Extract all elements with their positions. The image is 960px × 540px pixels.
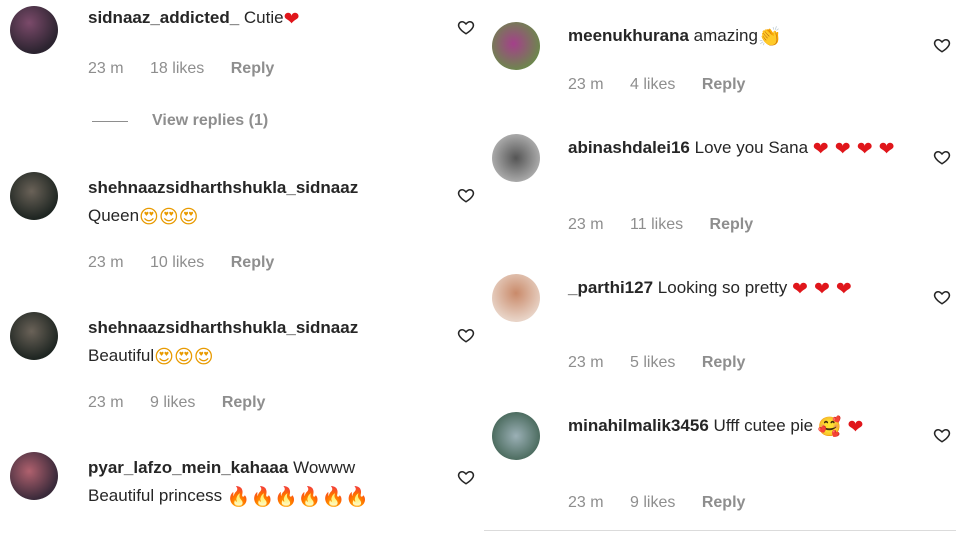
comment-emoji: ❤	[283, 8, 300, 30]
comment-emoji: 😍😍😍	[154, 346, 214, 368]
comment-time: 23 m	[88, 254, 124, 271]
comment-meta: 23 m 9 likes Reply	[88, 394, 287, 412]
comment-username[interactable]: pyar_lafzo_mein_kahaaa	[88, 458, 288, 477]
replies-line	[92, 120, 128, 122]
comment-emoji: ❤ ❤ ❤	[791, 278, 852, 300]
avatar[interactable]	[10, 172, 58, 220]
comment-emoji: ❤ ❤ ❤ ❤	[812, 138, 895, 160]
comment-meta: 23 m 11 likes Reply	[568, 216, 775, 234]
avatar[interactable]	[492, 274, 540, 322]
comment-meta: 23 m 9 likes Reply	[568, 494, 767, 512]
like-heart-icon[interactable]	[933, 288, 951, 306]
comment-body: abinashdalei16 Love you Sana ❤ ❤ ❤ ❤	[568, 134, 900, 163]
comment-text: Ufff cutee pie	[713, 416, 814, 435]
like-heart-icon[interactable]	[457, 468, 475, 486]
comment-likes[interactable]: 4 likes	[630, 76, 675, 93]
comment-likes[interactable]: 11 likes	[630, 216, 683, 233]
reply-button[interactable]: Reply	[702, 354, 746, 371]
comment-text: Queen	[88, 206, 140, 225]
bottom-divider	[484, 530, 956, 531]
reply-button[interactable]: Reply	[710, 216, 754, 233]
comment-body: sidnaaz_addicted_ Cutie❤	[88, 4, 420, 33]
comment-emoji: 🔥🔥🔥🔥🔥🔥	[226, 486, 369, 508]
comment-likes[interactable]: 9 likes	[630, 494, 675, 511]
comment-time: 23 m	[568, 216, 604, 233]
avatar[interactable]	[492, 412, 540, 460]
comment-meta: 23 m 5 likes Reply	[568, 354, 767, 372]
reply-button[interactable]: Reply	[231, 254, 275, 271]
avatar[interactable]	[492, 22, 540, 70]
comment-username[interactable]: _parthi127	[568, 278, 653, 297]
comment-text: Cutie	[243, 8, 284, 27]
like-heart-icon[interactable]	[457, 186, 475, 204]
comment-text: Love you Sana	[694, 138, 809, 157]
comment-emoji: 🥰 ❤	[817, 416, 864, 438]
view-replies-label: View replies (1)	[152, 112, 269, 129]
avatar[interactable]	[10, 452, 58, 500]
like-heart-icon[interactable]	[457, 326, 475, 344]
comment-time: 23 m	[88, 394, 124, 411]
like-heart-icon[interactable]	[457, 18, 475, 36]
comment-username[interactable]: minahilmalik3456	[568, 416, 709, 435]
comment-username[interactable]: sidnaaz_addicted_	[88, 8, 239, 27]
comment-emoji: 👏	[757, 26, 782, 48]
comment-body: shehnaazsidharthshukla_sidnaaz Beautiful…	[88, 314, 420, 371]
view-replies-button[interactable]: View replies (1)	[92, 112, 268, 130]
comment-body: pyar_lafzo_mein_kahaaa Wowww Beautiful p…	[88, 454, 420, 511]
comment-likes[interactable]: 18 likes	[150, 60, 204, 77]
like-heart-icon[interactable]	[933, 148, 951, 166]
reply-button[interactable]: Reply	[702, 494, 746, 511]
avatar[interactable]	[10, 6, 58, 54]
avatar[interactable]	[10, 312, 58, 360]
comment-username[interactable]: meenukhurana	[568, 26, 689, 45]
comment-meta: 23 m 4 likes Reply	[568, 76, 767, 94]
comment-body: shehnaazsidharthshukla_sidnaaz Queen😍😍😍	[88, 174, 420, 231]
comment-username[interactable]: abinashdalei16	[568, 138, 690, 157]
like-heart-icon[interactable]	[933, 36, 951, 54]
comment-username[interactable]: shehnaazsidharthshukla_sidnaaz	[88, 178, 358, 197]
comment-text: Looking so pretty	[657, 278, 788, 297]
comment-likes[interactable]: 10 likes	[150, 254, 204, 271]
comment-text: Beautiful	[88, 346, 155, 365]
comment-body: minahilmalik3456 Ufff cutee pie 🥰 ❤	[568, 412, 900, 441]
comment-meta: 23 m 18 likes Reply	[88, 60, 296, 78]
comment-likes[interactable]: 5 likes	[630, 354, 675, 371]
comment-username[interactable]: shehnaazsidharthshukla_sidnaaz	[88, 318, 358, 337]
avatar[interactable]	[492, 134, 540, 182]
reply-button[interactable]: Reply	[702, 76, 746, 93]
comment-meta: 23 m 10 likes Reply	[88, 254, 296, 272]
comment-time: 23 m	[568, 494, 604, 511]
comment-text: amazing	[693, 26, 758, 45]
like-heart-icon[interactable]	[933, 426, 951, 444]
comment-emoji: 😍😍😍	[139, 206, 199, 228]
comment-likes[interactable]: 9 likes	[150, 394, 195, 411]
comment-body: _parthi127 Looking so pretty ❤ ❤ ❤	[568, 274, 900, 303]
comment-time: 23 m	[568, 354, 604, 371]
comment-body: meenukhurana amazing👏	[568, 22, 900, 51]
reply-button[interactable]: Reply	[222, 394, 266, 411]
reply-button[interactable]: Reply	[231, 60, 275, 77]
comment-time: 23 m	[568, 76, 604, 93]
comment-time: 23 m	[88, 60, 124, 77]
